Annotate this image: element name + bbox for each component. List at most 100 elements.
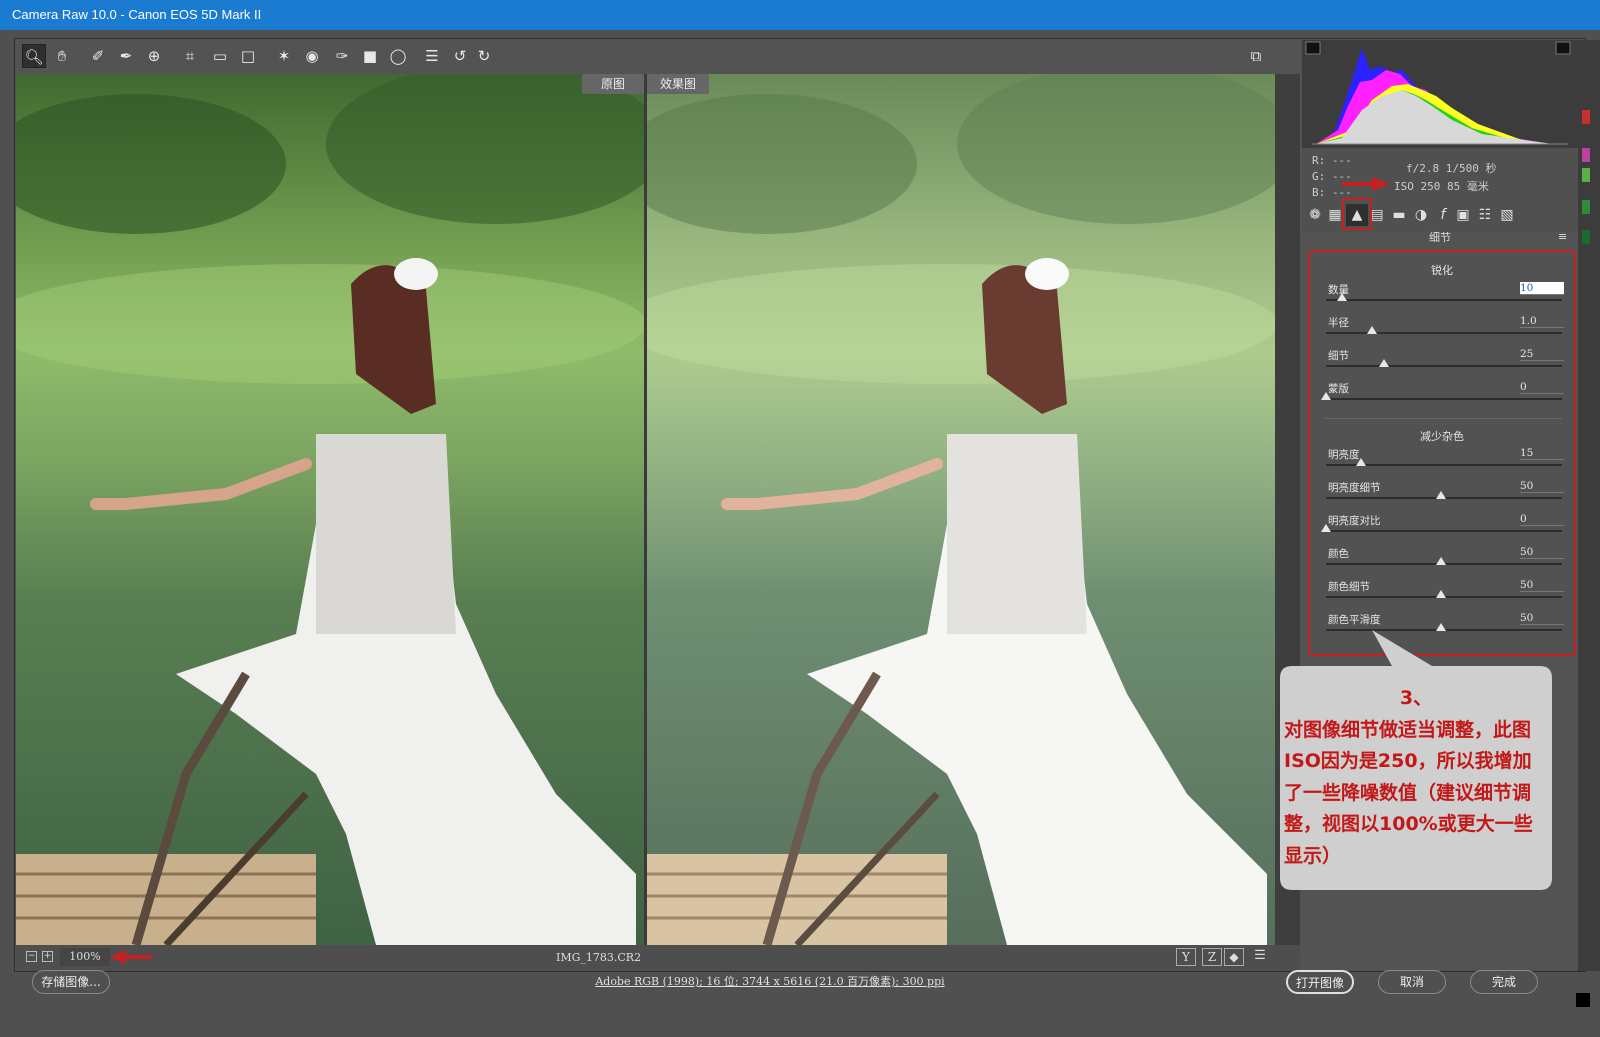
section-divider — [1324, 418, 1562, 419]
resize-grip[interactable] — [1576, 993, 1590, 1007]
tab-calibration-icon[interactable]: ▣ — [1452, 204, 1474, 226]
slider-value-field[interactable]: 50 — [1520, 546, 1564, 559]
before-photo — [16, 74, 644, 945]
tab-basic-icon[interactable]: ❁ — [1304, 204, 1326, 226]
slider-value-field[interactable]: 10 — [1520, 282, 1564, 295]
graduated-filter-icon[interactable]: ■ — [358, 44, 382, 68]
toolbar: 🔍︎ ✋︎ ✐ ✒ ⊕ ⌗ ▭ □ ✶ ◉ ✑ ■ ◯ ☰ ↺ ↻ ⧉ — [16, 40, 1300, 72]
swap-settings-icon[interactable]: Z — [1202, 948, 1222, 966]
slider-value-field[interactable]: 25 — [1520, 348, 1564, 361]
slider-track[interactable] — [1326, 398, 1562, 400]
rotate-ccw-icon[interactable]: ↺ — [448, 44, 472, 68]
workflow-options-link[interactable]: Adobe RGB (1998); 16 位; 3744 x 5616 (21.… — [560, 973, 980, 993]
slider-thumb[interactable] — [1436, 491, 1446, 499]
slider-value-field[interactable]: 15 — [1520, 447, 1564, 460]
before-after-view-icon[interactable]: Y — [1176, 948, 1196, 966]
slider-value-field[interactable]: 50 — [1520, 480, 1564, 493]
histogram-graph — [1305, 41, 1571, 145]
slider-track[interactable] — [1326, 365, 1562, 367]
crop-tool-icon[interactable]: ⌗ — [178, 44, 202, 68]
hand-tool-icon[interactable]: ✋︎ — [50, 44, 74, 68]
annotation-line: 3、 — [1399, 687, 1433, 709]
tab-presets-icon[interactable]: ☷ — [1474, 204, 1496, 226]
tab-split-toning-icon[interactable]: ▬ — [1388, 204, 1410, 226]
copy-settings-icon[interactable]: ◆ — [1224, 948, 1244, 966]
slider-track[interactable] — [1326, 299, 1562, 301]
zoom-out-icon[interactable]: − — [26, 951, 37, 962]
slider-label: 颜色细节 — [1328, 581, 1370, 593]
tab-lens-icon[interactable]: ◑ — [1410, 204, 1432, 226]
slider-label: 颜色 — [1328, 548, 1349, 560]
slider-value-field[interactable]: 1.0 — [1520, 315, 1564, 328]
shadow-clipping-icon — [1305, 41, 1321, 55]
image-preview[interactable]: 原图 效果图 — [16, 74, 1300, 945]
open-image-button[interactable]: 打开图像 — [1286, 970, 1354, 994]
noise-reduction-title: 减少杂色 — [1420, 430, 1464, 443]
rgb-r: R: --- — [1312, 154, 1352, 167]
panel-menu-icon[interactable]: ≡ — [1558, 230, 1567, 243]
adjustment-brush-icon[interactable]: ✑ — [330, 44, 354, 68]
panel-title: 细节 — [1429, 231, 1451, 244]
filename: IMG_1783.CR2 — [556, 951, 642, 964]
slider-label: 明亮度细节 — [1328, 482, 1381, 494]
histogram — [1302, 40, 1578, 148]
color-sampler-icon[interactable]: ✒ — [114, 44, 138, 68]
zoom-tool-icon[interactable]: 🔍︎ — [22, 44, 46, 68]
zoom-level[interactable]: 100% — [60, 948, 110, 966]
slider-label: 蒙版 — [1328, 383, 1349, 395]
tab-effects-icon[interactable]: f — [1432, 204, 1454, 226]
done-button[interactable]: 完成 — [1470, 970, 1538, 994]
zoom-in-icon[interactable]: + — [42, 951, 53, 962]
after-preview: 效果图 — [647, 74, 1275, 945]
slider-thumb[interactable] — [1337, 293, 1348, 301]
annotation-line: ISO因为是250，所以我增加 — [1284, 750, 1532, 772]
slider-label: 细节 — [1328, 350, 1349, 362]
red-eye-icon[interactable]: ◉ — [300, 44, 324, 68]
status-bar: − + 100% IMG_1783.CR2 Y Z ◆ ☰ — [16, 945, 1300, 971]
white-balance-tool-icon[interactable]: ✐ — [86, 44, 110, 68]
cancel-button[interactable]: 取消 — [1378, 970, 1446, 994]
tab-snapshots-icon[interactable]: ▧ — [1496, 204, 1518, 226]
rotate-cw-icon[interactable]: ↻ — [472, 44, 496, 68]
radial-filter-icon[interactable]: ◯ — [386, 44, 410, 68]
after-label: 效果图 — [647, 74, 709, 94]
transform-tool-icon[interactable]: □ — [236, 44, 260, 68]
view-settings-icon[interactable]: ☰ — [1250, 948, 1270, 966]
annotation-line: 显示） — [1284, 844, 1342, 867]
split-divider — [644, 74, 647, 945]
slider-thumb[interactable] — [1436, 590, 1446, 598]
annotation-line: 了一些降噪数值（建议细节调 — [1284, 781, 1532, 804]
window-title-bar: Camera Raw 10.0 - Canon EOS 5D Mark II — [0, 0, 1600, 30]
slider-label: 半径 — [1328, 317, 1349, 329]
sharpening-title: 锐化 — [1431, 264, 1453, 277]
spot-removal-icon[interactable]: ✶ — [272, 44, 296, 68]
annotation-line: 对图像细节做适当调整，此图 — [1284, 718, 1532, 741]
slider-value-field[interactable]: 0 — [1520, 513, 1564, 526]
window-title: Camera Raw 10.0 - Canon EOS 5D Mark II — [12, 7, 262, 22]
slider-track[interactable] — [1326, 332, 1562, 334]
slider-thumb[interactable] — [1355, 458, 1366, 466]
red-arrow-zoom — [110, 950, 152, 964]
fullscreen-toggle-icon[interactable]: ⧉ — [1244, 44, 1268, 68]
straighten-tool-icon[interactable]: ▭ — [208, 44, 232, 68]
annotation-line: 整，视图以100%或更大一些 — [1284, 813, 1533, 835]
slider-thumb[interactable] — [1321, 392, 1331, 400]
slider-thumb[interactable] — [1436, 623, 1446, 631]
highlight-clipping-icon — [1555, 41, 1571, 55]
before-preview: 原图 — [16, 74, 644, 945]
save-image-button[interactable]: 存储图像... — [32, 970, 110, 994]
annotation-text: 3、 对图像细节做适当调整，此图 ISO因为是250，所以我增加 了一些降噪数值… — [1284, 683, 1548, 872]
slider-thumb[interactable] — [1321, 524, 1331, 532]
slider-value-field[interactable]: 0 — [1520, 381, 1564, 394]
slider-track[interactable] — [1326, 530, 1562, 532]
slider-thumb[interactable] — [1378, 359, 1389, 367]
panel-tabs: ❁ ▦ ▲ ▤ ▬ ◑ f ▣ ☷ ▧ — [1302, 198, 1578, 232]
before-label: 原图 — [582, 74, 644, 94]
slider-thumb[interactable] — [1367, 326, 1377, 334]
preferences-icon[interactable]: ☰ — [420, 44, 444, 68]
slider-value-field[interactable]: 50 — [1520, 579, 1564, 592]
targeted-adjustment-icon[interactable]: ⊕ — [142, 44, 166, 68]
slider-value-field[interactable]: 50 — [1520, 612, 1564, 625]
slider-thumb[interactable] — [1436, 557, 1446, 565]
side-strip — [1578, 40, 1600, 971]
